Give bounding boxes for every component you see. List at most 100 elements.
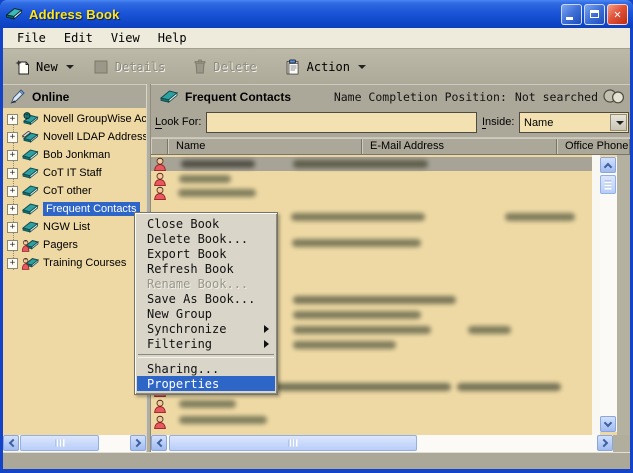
menu-item-save-as-book[interactable]: Save As Book...	[137, 291, 275, 306]
binoculars-icon[interactable]	[602, 88, 626, 105]
title-bar[interactable]: Address Book ✕	[0, 0, 633, 28]
submenu-arrow-icon	[264, 324, 269, 333]
redacted-text	[179, 416, 267, 424]
book-globe-icon	[21, 112, 40, 126]
horizontal-scroll-thumb[interactable]	[20, 435, 99, 451]
maximize-button[interactable]	[584, 3, 605, 25]
new-document-icon	[15, 59, 30, 75]
minimize-icon	[566, 16, 573, 20]
details-button[interactable]: Details	[88, 54, 172, 80]
close-button[interactable]: ✕	[607, 3, 628, 25]
tree-item-novell-groupwise[interactable]: + Novell GroupWise Ac	[3, 110, 146, 128]
contact-table-header: Name E-Mail Address Office Phone	[151, 137, 630, 155]
chevron-right-icon	[599, 438, 608, 448]
name-completion-value: Not searched	[514, 89, 598, 104]
combo-dropdown-button[interactable]	[610, 114, 627, 131]
inside-combobox[interactable]: Name	[519, 112, 629, 133]
scroll-right-button[interactable]	[130, 435, 146, 451]
redacted-text	[179, 175, 231, 183]
menu-item-synchronize[interactable]: Synchronize	[137, 321, 275, 336]
tree-item-frequent-contacts[interactable]: + Frequent Contacts	[3, 200, 146, 218]
menu-file[interactable]: File	[8, 30, 55, 46]
pen-icon	[9, 88, 26, 105]
redacted-text	[505, 213, 575, 221]
icon-column-header[interactable]	[151, 138, 168, 154]
scroll-left-button[interactable]	[3, 435, 19, 451]
scroll-up-button[interactable]	[600, 157, 616, 173]
expand-plus-icon[interactable]: +	[7, 257, 18, 269]
menu-item-export-book[interactable]: Export Book	[137, 246, 275, 261]
menu-item-refresh-book[interactable]: Refresh Book	[137, 261, 275, 276]
minimize-button[interactable]	[561, 3, 582, 25]
tree-item-training-courses[interactable]: + Training Courses	[3, 254, 146, 272]
contact-person-icon	[153, 157, 167, 171]
redacted-text	[293, 341, 396, 349]
book-icon	[21, 220, 40, 234]
redacted-text	[293, 160, 428, 168]
book-icon	[21, 184, 40, 198]
scrollbar-corner	[613, 435, 630, 452]
action-dropdown-arrow-icon[interactable]	[357, 64, 366, 69]
menu-view[interactable]: View	[102, 30, 149, 46]
tree-item-cot-other[interactable]: + CoT other	[3, 182, 146, 200]
name-completion-status: Name Completion Position: Not searched	[333, 89, 598, 104]
tree-item-cot-it-staff[interactable]: + CoT IT Staff	[3, 164, 146, 182]
chevron-left-icon	[8, 438, 17, 448]
expand-plus-icon[interactable]: +	[7, 113, 18, 125]
inside-selected-value: Name	[524, 116, 554, 129]
expand-plus-icon[interactable]: +	[7, 185, 18, 197]
right-panel-title: Frequent Contacts	[185, 89, 292, 104]
close-icon: ✕	[613, 7, 622, 21]
tree-item-novell-ldap[interactable]: + Novell LDAP Address	[3, 128, 146, 146]
email-column-header[interactable]: E-Mail Address	[362, 138, 557, 154]
list-right-margin	[617, 155, 630, 435]
tree-horizontal-scrollbar[interactable]	[3, 435, 146, 452]
redacted-text	[291, 213, 425, 221]
menu-item-new-group[interactable]: New Group	[137, 306, 275, 321]
scroll-down-button[interactable]	[600, 416, 616, 432]
scroll-right-button[interactable]	[597, 435, 613, 451]
window-body: File Edit View Help New Details Delete A…	[3, 28, 630, 469]
menu-help[interactable]: Help	[149, 30, 196, 46]
delete-button[interactable]: Delete	[187, 54, 262, 80]
window-title: Address Book	[29, 6, 120, 22]
list-right-gutter	[592, 155, 600, 435]
menu-item-filtering[interactable]: Filtering	[137, 336, 275, 351]
vertical-scroll-thumb[interactable]	[600, 175, 616, 194]
tree-item-pagers[interactable]: + Pagers	[3, 236, 146, 254]
expand-plus-icon[interactable]: +	[7, 167, 18, 179]
menu-item-close-book[interactable]: Close Book	[137, 216, 275, 231]
expand-plus-icon[interactable]: +	[7, 203, 18, 215]
frequent-contacts-header: Frequent Contacts Name Completion Positi…	[151, 84, 630, 108]
menu-item-properties[interactable]: Properties	[137, 376, 275, 391]
contact-person-icon	[153, 415, 167, 429]
name-column-header[interactable]: Name	[168, 138, 362, 154]
list-horizontal-scrollbar[interactable]	[151, 435, 613, 452]
menu-edit[interactable]: Edit	[55, 30, 102, 46]
address-book-window: Address Book ✕ File Edit View Help New D…	[0, 0, 633, 473]
horizontal-scroll-thumb[interactable]	[169, 435, 417, 451]
tree-item-bob-jonkman[interactable]: + Bob Jonkman	[3, 146, 146, 164]
book-person-icon	[21, 238, 40, 252]
expand-plus-icon[interactable]: +	[7, 239, 18, 251]
menu-item-rename-book: Rename Book...	[147, 276, 249, 291]
look-for-input[interactable]	[206, 112, 477, 133]
tree-item-ngw-list[interactable]: + NGW List	[3, 218, 146, 236]
scroll-left-button[interactable]	[151, 435, 167, 451]
new-button[interactable]: New	[9, 54, 80, 80]
maximize-icon	[590, 10, 599, 18]
expand-plus-icon[interactable]: +	[7, 221, 18, 233]
vertical-scrollbar[interactable]	[600, 157, 617, 432]
chevron-down-icon	[615, 120, 624, 125]
redacted-text	[292, 239, 421, 247]
menu-item-sharing[interactable]: Sharing...	[137, 361, 275, 376]
expand-plus-icon[interactable]: +	[7, 131, 18, 143]
action-button[interactable]: Action	[279, 54, 372, 80]
office-phone-column-header[interactable]: Office Phone	[557, 138, 630, 154]
expand-plus-icon[interactable]: +	[7, 149, 18, 161]
menu-item-delete-book[interactable]: Delete Book...	[137, 231, 275, 246]
book-icon	[21, 166, 40, 180]
toolbar: New Details Delete Action	[3, 49, 630, 85]
new-dropdown-arrow-icon[interactable]	[65, 64, 74, 69]
contact-person-icon	[153, 399, 167, 413]
